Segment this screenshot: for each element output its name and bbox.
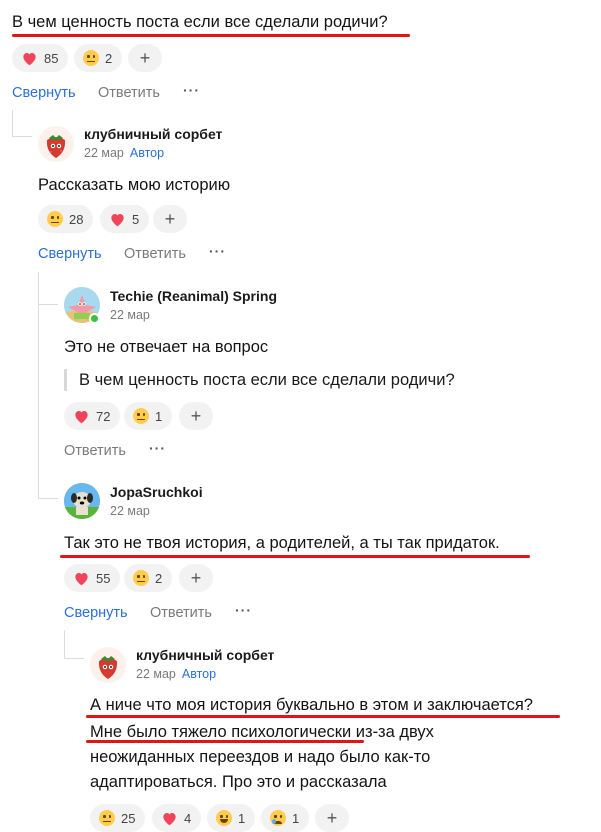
reaction-count: 4 (184, 810, 192, 826)
thread-line (38, 498, 58, 499)
strawberry-icon (38, 126, 74, 162)
comment-text-line: адаптироваться. Про это и рассказала (90, 773, 387, 791)
heart-icon (109, 212, 126, 227)
comment-author[interactable]: клубничный сорбет (136, 647, 274, 663)
annotation-underline (86, 740, 364, 743)
neutral-face-icon (99, 810, 115, 826)
reaction-tears-of-joy[interactable]: 1 (207, 804, 256, 832)
dog-icon (64, 483, 100, 519)
comment-text: Это не отвечает на вопрос (64, 338, 269, 356)
neutral-face-icon (83, 50, 99, 66)
heart-icon (73, 409, 90, 424)
reaction-count: 85 (44, 50, 59, 66)
comment-text: Рассказать мою историю (38, 176, 231, 194)
neutral-face-icon (133, 408, 149, 424)
reaction-heart[interactable]: 85 (12, 44, 69, 72)
reaction-neutral[interactable]: 2 (74, 44, 123, 72)
comment-date: 22 мар Автор (84, 146, 164, 160)
reply-button[interactable]: Ответить (124, 246, 186, 262)
annotation-underline (12, 34, 410, 37)
thread-line (12, 110, 13, 136)
reaction-heart[interactable]: 72 (64, 402, 121, 430)
thread-line (38, 304, 58, 305)
plus-icon: + (326, 807, 338, 828)
date-text: 22 мар (84, 146, 124, 160)
avatar[interactable] (90, 647, 126, 683)
quote-block: В чем ценность поста если все сделали ро… (64, 369, 455, 391)
avatar[interactable] (38, 126, 74, 162)
avatar[interactable] (64, 483, 100, 519)
more-icon[interactable]: ··· (149, 440, 166, 456)
reaction-count: 1 (238, 810, 246, 826)
post-text: В чем ценность поста если все сделали ро… (12, 13, 388, 31)
reaction-neutral[interactable]: 1 (124, 402, 173, 430)
collapse-button[interactable]: Свернуть (12, 85, 76, 101)
add-reaction-button[interactable]: + (153, 205, 187, 233)
add-reaction-button[interactable]: + (315, 804, 349, 832)
plus-icon: + (164, 208, 176, 229)
thread-line (12, 136, 32, 137)
reaction-heart[interactable]: 55 (64, 564, 121, 592)
crying-face-icon (270, 810, 286, 826)
thread-line (38, 272, 39, 498)
date-text: 22 мар (136, 667, 176, 681)
online-indicator (89, 313, 100, 324)
reaction-count: 28 (69, 211, 84, 227)
reply-button[interactable]: Ответить (150, 605, 212, 621)
comment-date: 22 мар (110, 504, 150, 518)
thread-line (64, 658, 84, 659)
comment-author[interactable]: JopaSruchkoi (110, 484, 203, 500)
reaction-heart[interactable]: 5 (100, 205, 150, 233)
collapse-button[interactable]: Свернуть (38, 246, 102, 262)
reaction-count: 1 (155, 408, 163, 424)
comment-author[interactable]: клубничный сорбет (84, 126, 222, 142)
reaction-neutral[interactable]: 28 (38, 205, 94, 233)
author-badge: Автор (181, 667, 217, 681)
tears-of-joy-icon (216, 810, 232, 826)
plus-icon: + (139, 47, 151, 68)
more-icon[interactable]: ··· (183, 82, 200, 98)
plus-icon: + (190, 405, 202, 426)
reply-button[interactable]: Ответить (64, 443, 126, 459)
reaction-count: 2 (155, 570, 163, 586)
comment-date: 22 мар Автор (136, 667, 216, 681)
add-reaction-button[interactable]: + (128, 44, 162, 72)
reaction-count: 55 (96, 570, 111, 586)
reply-button[interactable]: Ответить (98, 85, 160, 101)
reaction-neutral[interactable]: 2 (124, 564, 173, 592)
comment-text: Так это не твоя история, а родителей, а … (64, 534, 500, 552)
comment-text-line: неожиданных переездов и надо было как-то (90, 748, 431, 766)
more-icon[interactable]: ··· (209, 243, 226, 259)
comment-date: 22 мар (110, 308, 150, 322)
comment-author[interactable]: Techie (Reanimal) Spring (110, 288, 277, 304)
comment-text-line: А ниче что моя история буквально в этом … (90, 696, 533, 714)
add-reaction-button[interactable]: + (179, 564, 213, 592)
reaction-count: 25 (121, 810, 136, 826)
add-reaction-button[interactable]: + (179, 402, 213, 430)
reaction-heart[interactable]: 4 (152, 804, 202, 832)
strawberry-icon (90, 647, 126, 683)
reaction-count: 72 (96, 408, 111, 424)
annotation-underline (60, 555, 530, 558)
heart-icon (21, 51, 38, 66)
reaction-crying[interactable]: 1 (261, 804, 310, 832)
heart-icon (161, 811, 178, 826)
more-icon[interactable]: ··· (235, 602, 252, 618)
author-badge: Автор (129, 146, 165, 160)
thread-line (64, 630, 65, 658)
neutral-face-icon (133, 570, 149, 586)
reaction-count: 2 (105, 50, 113, 66)
heart-icon (73, 571, 90, 586)
reaction-count: 1 (292, 810, 300, 826)
collapse-button[interactable]: Свернуть (64, 605, 128, 621)
reaction-count: 5 (132, 211, 140, 227)
neutral-face-icon (47, 211, 63, 227)
annotation-underline (86, 715, 560, 718)
reaction-neutral[interactable]: 25 (90, 804, 146, 832)
plus-icon: + (190, 567, 202, 588)
